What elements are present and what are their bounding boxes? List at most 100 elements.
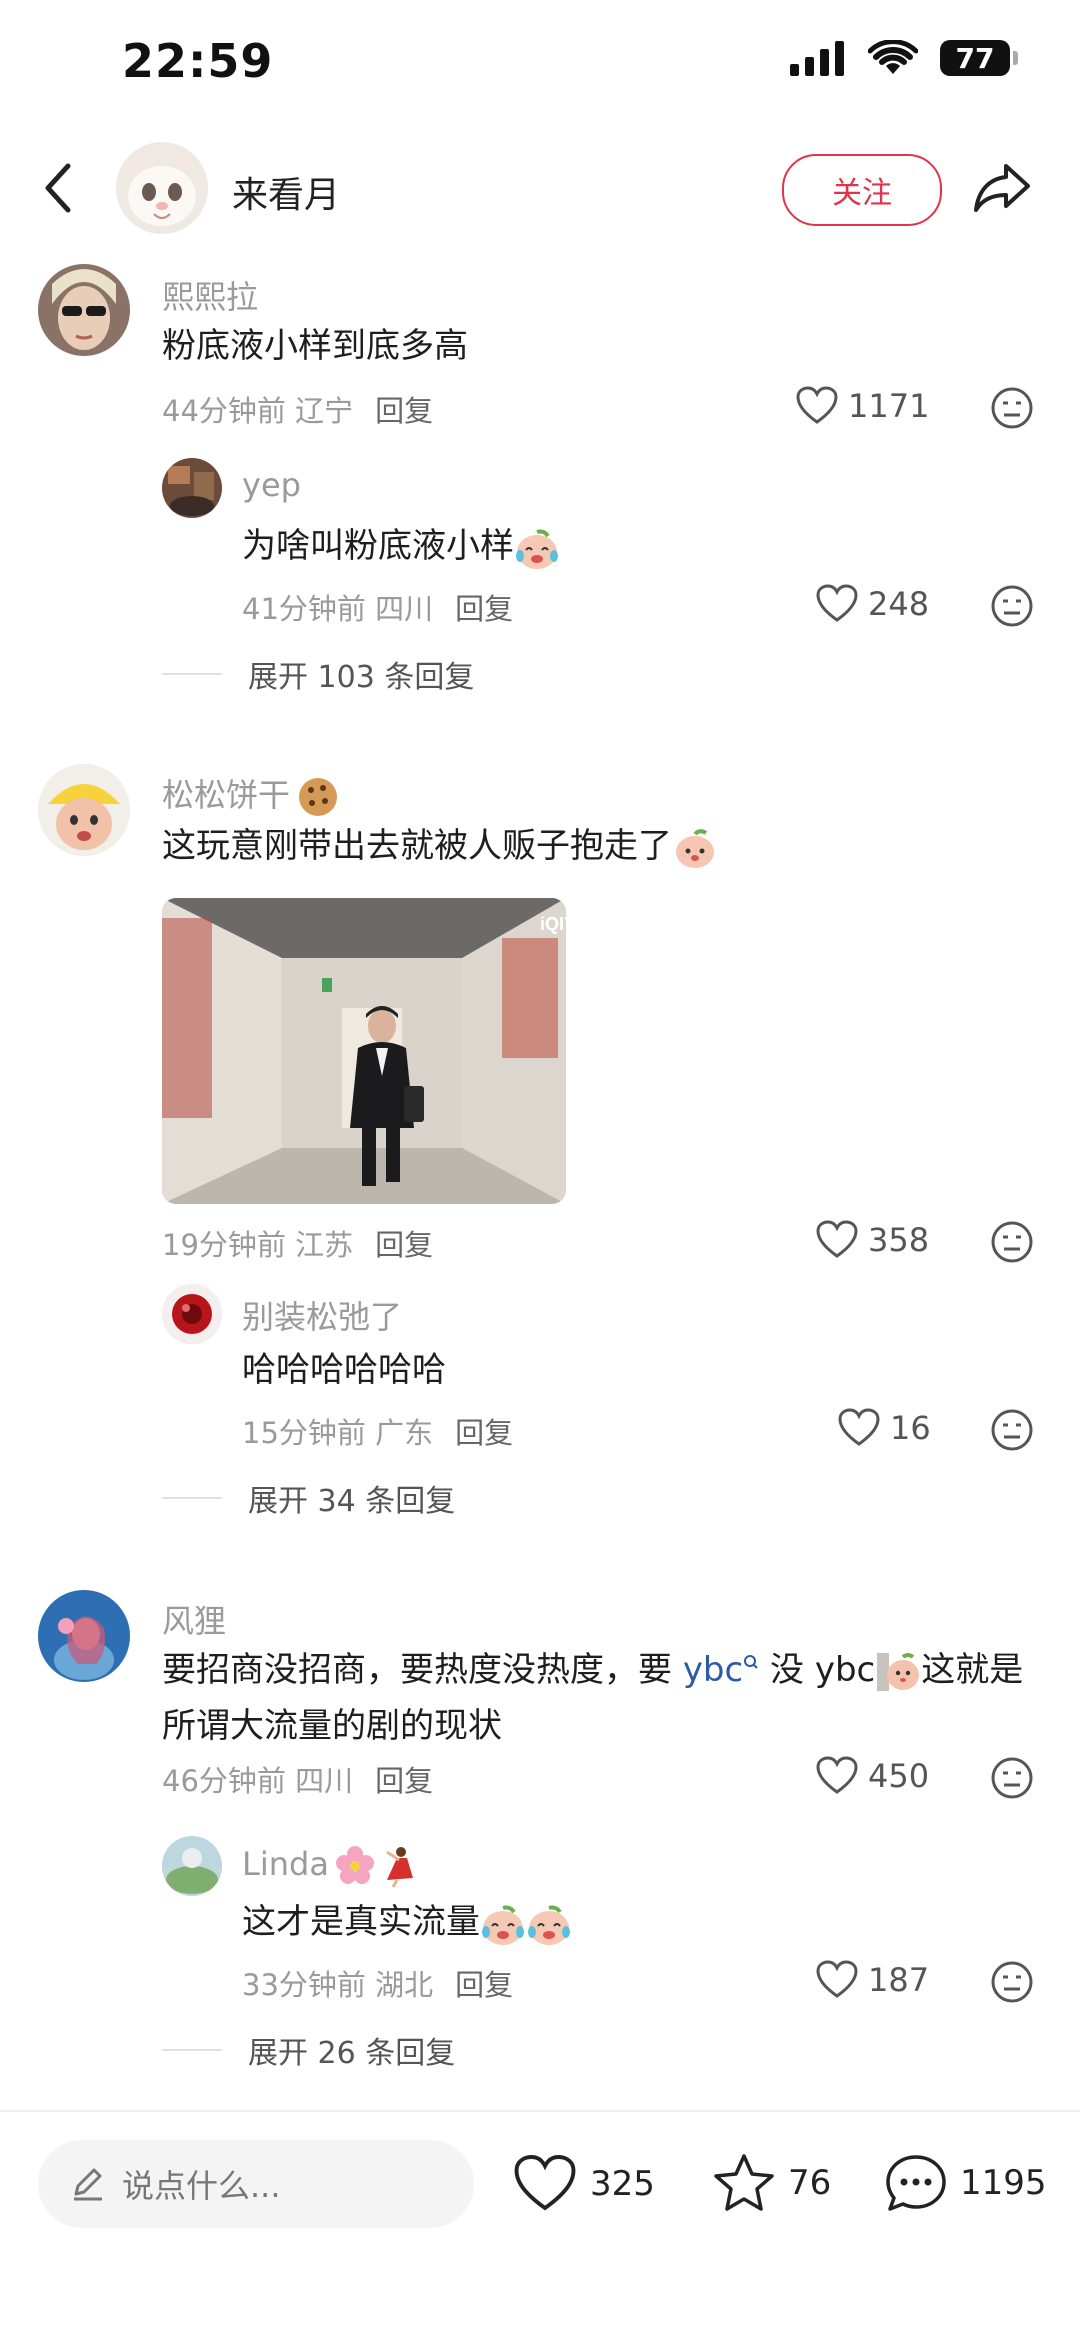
cherry-blossom-emoji-icon [335,1846,374,1884]
heart-icon [816,584,858,622]
post-like-button[interactable]: 325 [512,2154,655,2214]
post-like-count: 325 [590,2164,655,2204]
favorite-count: 76 [788,2163,832,2203]
comment-meta: 44分钟前 辽宁 回复 [162,388,433,430]
reply-button[interactable]: 回复 [455,1968,513,2002]
meh-face-icon [991,1757,1033,1799]
reply-username[interactable]: Linda [242,1844,421,1888]
comment-text: 这玩意刚带出去就被人贩子抱走了 [162,818,718,874]
reply-username[interactable]: 别装松弛了 [242,1292,402,1338]
reply-button[interactable]: 回复 [455,592,513,626]
commenter-avatar[interactable] [38,1590,130,1682]
crying-laugh-emoji-icon [528,1905,570,1945]
reply-username[interactable]: yep [242,466,301,504]
image-watermark: iQIY [540,914,566,934]
like-button[interactable]: 1171 [796,386,929,426]
favorite-button[interactable]: 76 [712,2152,831,2214]
dislike-button[interactable] [990,1220,1034,1268]
heart-icon [838,1408,880,1446]
meh-face-icon [991,585,1033,627]
shy-peach-emoji-icon [877,1652,920,1691]
like-button[interactable]: 358 [816,1220,929,1260]
back-button[interactable] [40,160,76,220]
like-count: 1171 [848,387,930,425]
author-avatar[interactable] [116,142,208,234]
reply-button[interactable]: 回复 [375,394,433,428]
reply-meta: 15分钟前 广东 回复 [242,1416,514,1450]
divider-line [162,673,222,675]
comment-image[interactable]: iQIY [162,898,566,1204]
commenter-avatar[interactable] [38,764,130,856]
dislike-button[interactable] [990,1960,1034,2008]
comment-text: 粉底液小样到底多高 [162,326,468,366]
chevron-left-icon [45,163,71,213]
dislike-button[interactable] [990,584,1034,632]
comment-username[interactable]: 松松饼干 [162,770,340,819]
like-button[interactable]: 187 [816,1960,929,2000]
heart-icon [816,1960,858,1998]
like-button[interactable]: 248 [816,584,929,624]
follow-button[interactable]: 关注 [782,154,942,226]
commenter-avatar[interactable] [38,264,130,356]
dislike-button[interactable] [990,386,1034,434]
reply-avatar[interactable] [162,1836,222,1896]
status-icons: 77 [790,40,1018,76]
chat-bubble-icon [886,2155,946,2211]
status-time: 22:59 [122,34,274,88]
like-count: 358 [868,1221,930,1259]
divider-line [162,2049,222,2051]
search-link[interactable]: ybc [683,1650,759,1690]
expand-replies[interactable]: 展开 103 条回复 [162,652,474,696]
reply-text: 为啥叫粉底液小样 [242,518,560,574]
heart-icon [816,1756,858,1794]
comment-username[interactable]: 熙熙拉 [162,272,258,318]
reply-text: 哈哈哈哈哈哈 [242,1350,446,1390]
meh-face-icon [991,387,1033,429]
reply-meta: 41分钟前 四川 回复 [242,592,514,626]
like-count: 16 [890,1409,931,1447]
share-button[interactable] [972,160,1032,220]
battery-indicator: 77 [940,40,1018,76]
author-name[interactable]: 来看月 [232,166,340,218]
meh-face-icon [991,1961,1033,2003]
reply-button[interactable]: 回复 [375,1228,433,1262]
comment-text: 要招商没招商，要热度没热度，要 ybc 没 ybc 这就是 所谓大流量的剧的现状 [162,1650,1024,1746]
reply-button[interactable]: 回复 [375,1764,433,1798]
like-button[interactable]: 450 [816,1756,929,1796]
comment-input[interactable]: 说点什么... [38,2140,474,2228]
expand-replies[interactable]: 展开 34 条回复 [162,1476,455,1520]
heart-icon [816,1220,858,1258]
peach-emoji-icon [676,828,714,868]
pencil-icon [74,2168,102,2201]
like-count: 248 [868,585,930,623]
reply-avatar[interactable] [162,1284,222,1344]
dancer-emoji-icon [386,1847,413,1888]
meh-face-icon [991,1221,1033,1263]
comment-input-placeholder: 说点什么... [122,2167,281,2205]
like-count: 450 [868,1757,930,1795]
heart-icon [796,386,838,424]
comments-count: 1195 [960,2163,1047,2203]
crying-laugh-emoji-icon [516,529,558,569]
comment-meta: 19分钟前 江苏 回复 [162,1228,434,1262]
comment-meta: 46分钟前 四川 回复 [162,1764,434,1798]
dislike-button[interactable] [990,1756,1034,1804]
reply-button[interactable]: 回复 [455,1416,513,1450]
bottom-divider [0,2110,1080,2112]
search-icon [744,1655,758,1669]
reply-text: 这才是真实流量 [242,1894,572,1950]
wifi-icon [868,40,918,74]
heart-icon [514,2155,576,2211]
cellular-signal-icon [790,41,844,76]
dislike-button[interactable] [990,1408,1034,1456]
meh-face-icon [991,1409,1033,1451]
comments-button[interactable]: 1195 [884,2152,1047,2214]
share-icon [974,164,1030,212]
like-count: 187 [868,1961,930,1999]
comment-time-location: 44分钟前 辽宁 [162,394,354,428]
star-icon [714,2154,774,2211]
expand-replies[interactable]: 展开 26 条回复 [162,2028,455,2072]
reply-avatar[interactable] [162,458,222,518]
like-button[interactable]: 16 [838,1408,931,1448]
comment-username[interactable]: 风狸 [162,1596,226,1642]
